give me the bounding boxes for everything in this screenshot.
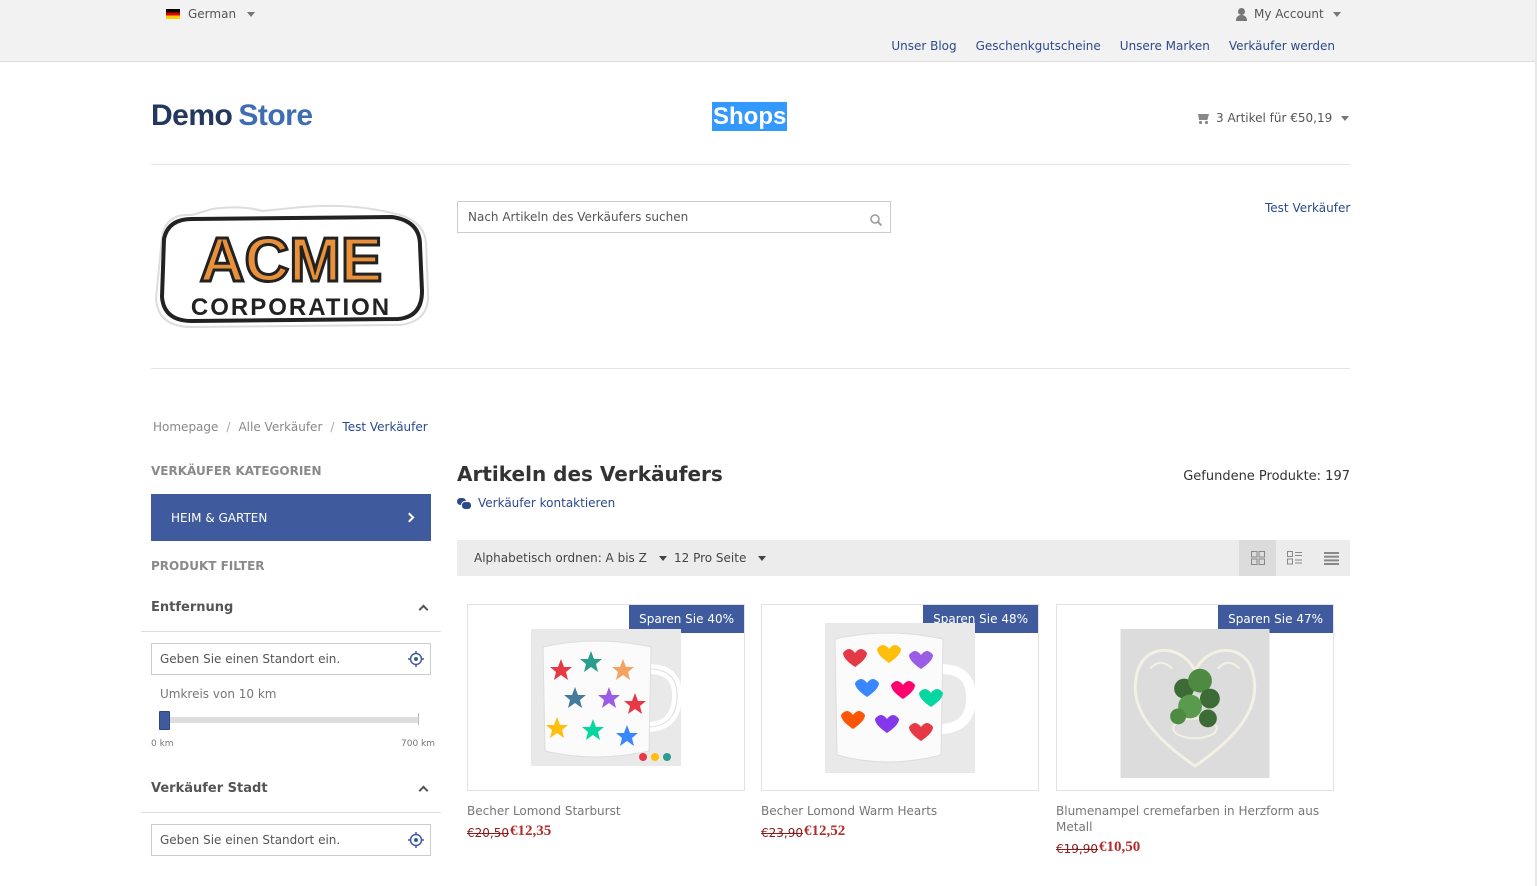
search-icon[interactable] [870, 214, 882, 226]
cart-summary: 3 Artikel für €50,19 [1216, 111, 1333, 125]
logo-store-text: Store [238, 99, 313, 132]
vendor-logo: ACME CORPORATION [154, 204, 430, 329]
list-icon [1324, 551, 1339, 565]
top-bar: German My Account Unser Blog Geschenkgut… [0, 0, 1537, 62]
categories-heading: Verkäufer Kategorien [151, 464, 322, 478]
chevron-down-icon [247, 11, 256, 17]
chevron-up-icon [418, 785, 429, 796]
radius-slider-handle[interactable] [159, 711, 170, 730]
logo-demo-text: Demo [151, 99, 233, 132]
link-gift-cards[interactable]: Geschenkgutscheine [976, 39, 1101, 53]
contact-label: Verkäufer kontaktieren [478, 496, 616, 510]
per-page-label: 12 Pro Seite [674, 551, 747, 565]
divider [151, 164, 1350, 165]
sort-label: Alphabetisch ordnen: A bis Z [474, 551, 647, 565]
chat-icon [457, 497, 472, 510]
radius-label: Umkreis von 10 km [160, 687, 277, 701]
sort-dropdown[interactable]: Alphabetisch ordnen: A bis Z [474, 551, 667, 565]
old-price: €19,90 [1056, 842, 1098, 856]
grid-view-button[interactable] [1239, 540, 1276, 576]
breadcrumb-current: Test Verkäufer [342, 420, 428, 434]
chevron-up-icon [418, 604, 429, 615]
slider-max-label: 700 km [401, 739, 436, 749]
distance-filter-toggle[interactable]: Entfernung [141, 600, 441, 632]
user-icon [1235, 7, 1248, 21]
distance-filter-title: Entfernung [151, 600, 234, 615]
vendor-name-link[interactable]: Test Verkäufer [1265, 201, 1350, 215]
city-filter-title: Verkäufer Stadt [151, 781, 268, 796]
product-card[interactable]: Sparen Sie 48% [761, 604, 1039, 791]
distance-location-input[interactable] [152, 644, 397, 674]
sale-price: €10,50 [1099, 839, 1141, 855]
slider-min-label: 0 km [151, 739, 174, 749]
list-detail-icon [1287, 551, 1302, 565]
german-flag-icon [166, 9, 180, 19]
link-blog[interactable]: Unser Blog [891, 39, 956, 53]
vendor-logo-title: ACME [200, 226, 383, 295]
page-title: Artikeln des Verkäufers [457, 462, 723, 486]
breadcrumb-separator: / [330, 420, 335, 434]
chevron-down-icon [1341, 115, 1350, 121]
link-become-seller[interactable]: Verkäufer werden [1229, 39, 1335, 53]
product-image-starburst-mug [531, 629, 681, 766]
city-filter-toggle[interactable]: Verkäufer Stadt [141, 781, 441, 813]
shops-link[interactable]: Shops [712, 102, 788, 131]
product-card[interactable]: Sparen Sie 40% [467, 604, 745, 791]
account-label: My Account [1254, 7, 1324, 21]
cart-dropdown[interactable]: 3 Artikel für €50,19 [1196, 111, 1350, 125]
locate-icon[interactable] [408, 651, 424, 667]
listing-toolbar: Alphabetisch ordnen: A bis Z 12 Pro Seit… [457, 540, 1350, 576]
divider [151, 368, 1350, 369]
filter-heading: Produkt Filter [151, 559, 265, 573]
chevron-down-icon [658, 555, 667, 561]
contact-seller-link[interactable]: Verkäufer kontaktieren [457, 496, 615, 510]
sale-price: €12,52 [804, 823, 846, 839]
product-image-hearts-mug [825, 623, 975, 773]
product-card[interactable]: Sparen Sie 47% [1056, 604, 1334, 791]
breadcrumb-all-sellers[interactable]: Alle Verkäufer [238, 420, 322, 434]
category-label: HEIM & GARTEN [171, 510, 268, 525]
city-location-box [151, 824, 431, 856]
product-name[interactable]: Becher Lomond Warm Hearts [761, 803, 1031, 819]
my-account-menu[interactable]: My Account [1235, 7, 1341, 21]
breadcrumb-home[interactable]: Homepage [153, 420, 218, 434]
products-found-count: Gefundene Produkte: 197 [1183, 469, 1350, 484]
language-selector[interactable]: German [166, 7, 256, 21]
list-detail-view-button[interactable] [1276, 540, 1313, 576]
top-links: Unser Blog Geschenkgutscheine Unsere Mar… [891, 39, 1335, 53]
vendor-search-input[interactable] [458, 202, 858, 232]
product-name[interactable]: Blumenampel cremefarben in Herzform aus … [1056, 803, 1326, 835]
locate-icon[interactable] [408, 832, 424, 848]
product-image-heart-planter [1120, 629, 1270, 778]
store-logo[interactable]: Demo Store [151, 99, 313, 133]
view-switcher [1239, 540, 1350, 576]
chevron-right-icon [404, 512, 415, 523]
radius-slider-track[interactable] [165, 717, 419, 723]
old-price: €20,50 [467, 826, 509, 840]
chevron-down-icon [758, 555, 767, 561]
link-brands[interactable]: Unsere Marken [1120, 39, 1210, 53]
breadcrumb: Homepage / Alle Verkäufer / Test Verkäuf… [153, 420, 428, 434]
cart-icon [1196, 112, 1210, 124]
list-view-button[interactable] [1313, 540, 1350, 576]
grid-icon [1250, 551, 1265, 565]
old-price: €23,90 [761, 826, 803, 840]
chevron-down-icon [1332, 11, 1341, 17]
vendor-search-box [457, 201, 891, 233]
product-name[interactable]: Becher Lomond Starburst [467, 803, 737, 819]
vendor-logo-subtitle: CORPORATION [191, 294, 391, 321]
breadcrumb-separator: / [226, 420, 231, 434]
sale-price: €12,35 [510, 823, 552, 839]
distance-location-box [151, 643, 431, 675]
city-location-input[interactable] [152, 825, 397, 855]
category-home-garden[interactable]: HEIM & GARTEN [151, 494, 431, 541]
slider-end-marker [418, 713, 419, 725]
per-page-dropdown[interactable]: 12 Pro Seite [674, 551, 767, 565]
language-label: German [188, 7, 237, 21]
